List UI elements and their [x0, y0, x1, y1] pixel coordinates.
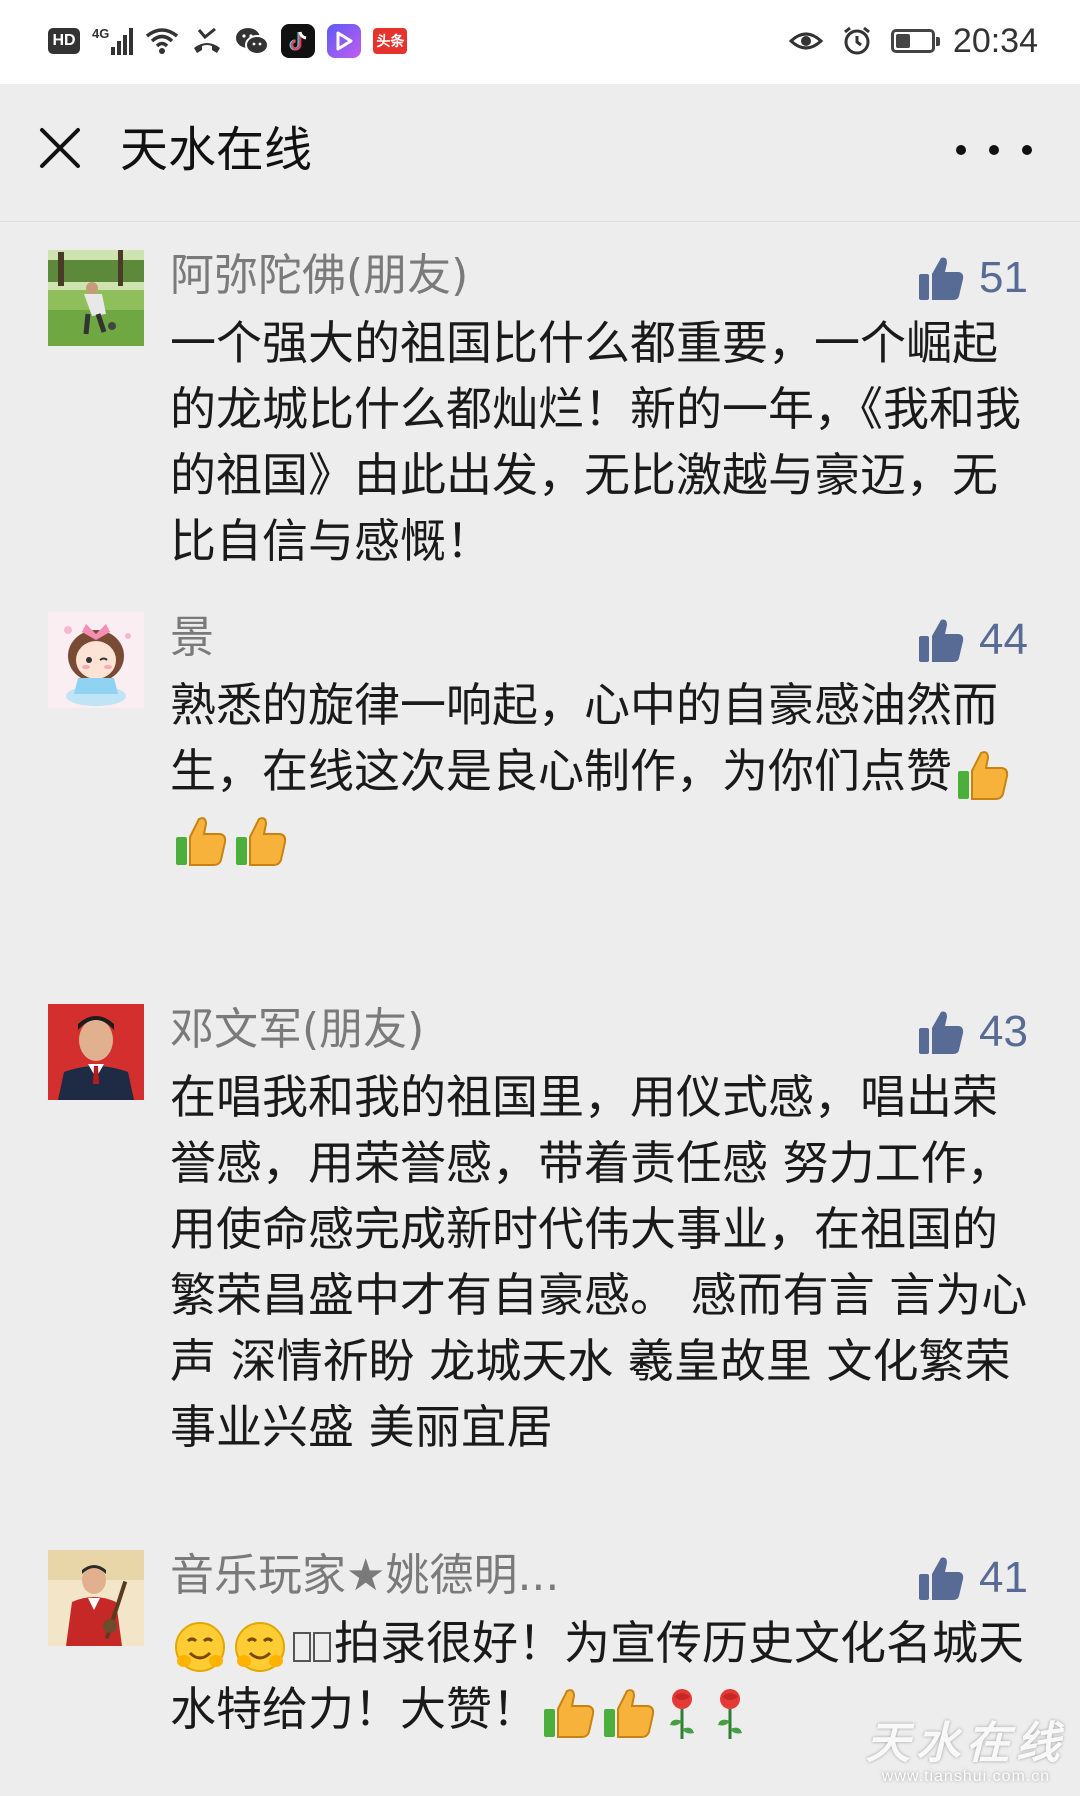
- toutiao-icon: 头条: [373, 28, 408, 54]
- tiktok-icon: [281, 24, 316, 58]
- like-count: 43: [979, 1007, 1028, 1056]
- like-count: 41: [979, 1553, 1028, 1602]
- page-title: 天水在线: [120, 122, 313, 178]
- network-type-label: 4G: [92, 25, 110, 41]
- avatar[interactable]: [48, 1550, 144, 1646]
- missed-call-icon: [194, 27, 221, 53]
- status-bar: HD 4G 头条 20:34: [0, 0, 1080, 84]
- comment-text: 熟悉的旋律一响起，心中的自豪感油然而生，在线这次是良心制作，为你们点赞: [170, 672, 1030, 870]
- avatar[interactable]: [48, 612, 144, 708]
- more-icon-dot: [989, 145, 999, 155]
- thumbs-up-emoji-icon: [172, 813, 228, 869]
- like-button[interactable]: 51: [917, 250, 1028, 306]
- thumbs-up-icon: [919, 1557, 964, 1600]
- comment-nickname[interactable]: 音乐玩家★姚德明...: [170, 1550, 559, 1602]
- alarm-icon: [843, 26, 870, 55]
- avatar[interactable]: [48, 1004, 144, 1100]
- like-count: 51: [979, 253, 1028, 302]
- site-watermark: 天水在线 www.tianshui.com.cn: [866, 1720, 1066, 1786]
- thumbs-up-icon: [919, 257, 964, 300]
- like-button[interactable]: 41: [917, 1550, 1028, 1606]
- comment-nickname[interactable]: 景: [170, 612, 214, 664]
- wechat-icon: [236, 28, 270, 55]
- hugging-face-emoji-icon: [172, 1619, 228, 1675]
- thumbs-up-emoji-icon: [232, 813, 288, 869]
- status-time: 20:34: [952, 21, 1038, 60]
- comment-nickname[interactable]: 邓文军(朋友): [170, 1004, 424, 1056]
- nav-bar: 天水在线: [0, 84, 1080, 222]
- eye-icon: [788, 32, 823, 50]
- more-icon-dot: [1022, 145, 1032, 155]
- thumbs-up-emoji-icon: [600, 1685, 656, 1741]
- battery-fill: [895, 34, 910, 48]
- status-left-group: HD 4G 头条: [48, 22, 408, 60]
- battery-icon: [890, 29, 940, 53]
- close-button[interactable]: [30, 118, 90, 178]
- watermark-logo: 天水在线: [866, 1718, 1066, 1769]
- avatar[interactable]: [48, 250, 144, 346]
- comment-nickname[interactable]: 阿弥陀佛(朋友): [170, 250, 468, 302]
- hd-icon: HD: [48, 28, 80, 54]
- like-button[interactable]: 43: [917, 1004, 1028, 1060]
- comment-text: 一个强大的祖国比什么都重要，一个崛起的龙城比什么都灿烂！新的一年，《我和我的祖国…: [170, 316, 1021, 568]
- hugging-face-emoji-icon: [232, 1619, 288, 1675]
- more-button[interactable]: [956, 122, 1032, 178]
- like-count: 44: [979, 615, 1028, 664]
- rose-emoji-icon: [708, 1685, 752, 1741]
- thumbs-up-icon: [919, 619, 964, 662]
- signal-icon: [111, 27, 134, 55]
- thumbs-up-emoji-icon: [954, 747, 1010, 803]
- missing-glyph-icon: [292, 1627, 332, 1667]
- rose-emoji-icon: [660, 1685, 704, 1741]
- close-icon: [40, 128, 80, 168]
- thumbs-up-icon: [919, 1011, 964, 1054]
- like-button[interactable]: 44: [917, 612, 1028, 668]
- more-icon-dot: [956, 145, 966, 155]
- status-right-group: 20:34: [788, 18, 1038, 64]
- comment-text: 在唱我和我的祖国里，用仪式感，唱出荣誉感，用荣誉感，带着责任感 努力工作，用使命…: [170, 1070, 1028, 1454]
- wifi-icon: [146, 28, 179, 54]
- watermark-url: www.tianshui.com.cn: [881, 1768, 1051, 1785]
- thumbs-up-emoji-icon: [540, 1685, 596, 1741]
- video-app-icon: [327, 24, 362, 58]
- comment-text-body: 熟悉的旋律一响起，心中的自豪感油然而生，在线这次是良心制作，为你们点赞: [170, 678, 998, 798]
